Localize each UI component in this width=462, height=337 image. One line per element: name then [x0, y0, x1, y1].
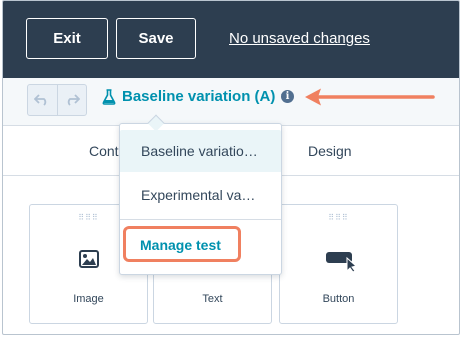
- redo-icon[interactable]: [56, 85, 87, 115]
- variation-dropdown-menu: Baseline variatio… Experimental va… Mana…: [119, 114, 282, 275]
- flask-icon: [102, 88, 116, 105]
- menu-divider: [120, 219, 281, 220]
- undo-redo-group: [27, 84, 87, 116]
- callout-arrow-icon: [305, 88, 435, 106]
- drag-handle-icon: ⠿⠿⠿: [328, 213, 349, 222]
- module-label: Image: [73, 293, 104, 305]
- editor-window: Exit Save No unsaved changes Baseline va…: [2, 0, 460, 335]
- module-button[interactable]: ⠿⠿⠿ Button: [279, 204, 398, 324]
- module-label: Button: [322, 293, 355, 305]
- manage-test-link[interactable]: Manage test: [140, 237, 221, 253]
- undo-icon[interactable]: [28, 85, 57, 115]
- info-icon[interactable]: i: [281, 90, 294, 103]
- save-button[interactable]: Save: [116, 18, 196, 59]
- unsaved-changes-link[interactable]: No unsaved changes: [229, 30, 370, 47]
- variation-label: Baseline variation (A): [122, 88, 276, 105]
- variation-selector[interactable]: Baseline variation (A): [102, 88, 292, 105]
- menu-item-baseline[interactable]: Baseline variatio…: [120, 130, 281, 172]
- tab-content[interactable]: Cont: [89, 143, 119, 159]
- menu-item-experimental[interactable]: Experimental va…: [120, 174, 281, 216]
- editor-toolbar: Baseline variation (A) i: [3, 78, 459, 126]
- image-icon: [78, 250, 99, 268]
- top-bar: Exit Save No unsaved changes: [3, 1, 459, 78]
- exit-button[interactable]: Exit: [26, 18, 108, 59]
- button-icon: [325, 252, 357, 272]
- module-label: Text: [202, 293, 223, 305]
- tab-design[interactable]: Design: [308, 143, 352, 159]
